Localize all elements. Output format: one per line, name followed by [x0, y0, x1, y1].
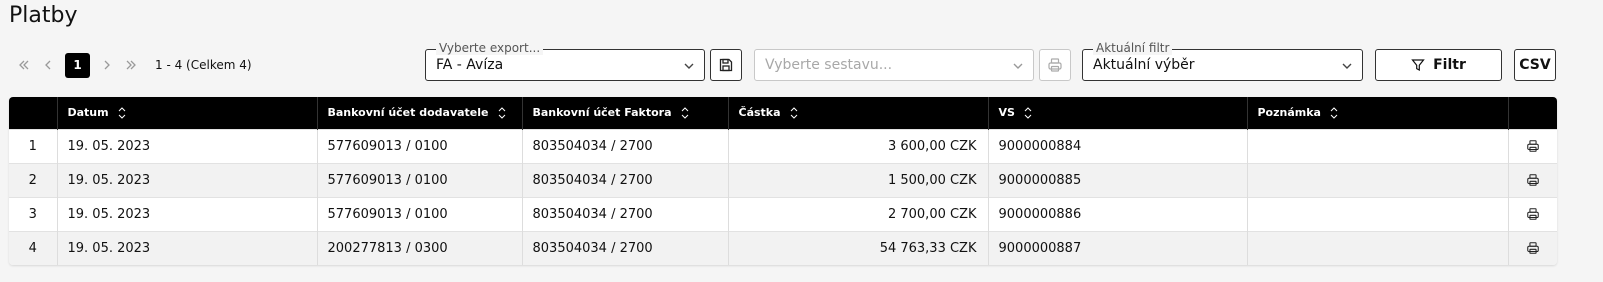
column-header-index: [9, 97, 58, 129]
csv-button[interactable]: CSV: [1514, 49, 1556, 81]
row-print-button[interactable]: [1508, 162, 1557, 197]
double-chevron-right-icon[interactable]: [119, 53, 143, 77]
chevron-down-icon: [1011, 59, 1025, 73]
report-select-placeholder: Vyberte sestavu...: [765, 57, 893, 73]
report-select[interactable]: Vyberte sestavu...: [754, 49, 1034, 81]
column-header-factor-account[interactable]: Bankovní účet Faktora: [522, 97, 729, 129]
save-export-button[interactable]: [710, 49, 742, 81]
cell-vs: 9000000884: [988, 128, 1248, 163]
print-report-button[interactable]: [1039, 49, 1071, 81]
row-number: 2: [9, 162, 58, 197]
cell-vs: 9000000886: [988, 196, 1248, 231]
cell-date: 19. 05. 2023: [57, 162, 318, 197]
sort-arrows-icon[interactable]: [789, 102, 799, 124]
chevron-right-icon[interactable]: [95, 53, 119, 77]
pagination: 1 1 - 4 (Celkem 4): [12, 52, 252, 78]
sort-arrows-icon[interactable]: [1023, 102, 1033, 124]
export-select-legend: Vyberte export...: [436, 41, 544, 55]
printer-icon: [1047, 57, 1063, 73]
cell-supplier-account: 200277813 / 0300: [317, 230, 523, 265]
cell-date: 19. 05. 2023: [57, 128, 318, 163]
double-chevron-left-icon[interactable]: [12, 53, 36, 77]
cell-factor-account: 803504034 / 2700: [522, 128, 729, 163]
cell-factor-account: 803504034 / 2700: [522, 162, 729, 197]
pagination-range: 1 - 4 (Celkem 4): [155, 58, 252, 72]
cell-amount: 3 600,00 CZK: [728, 128, 989, 163]
floppy-disk-icon: [718, 57, 734, 73]
printer-icon: [1526, 241, 1540, 256]
row-print-button[interactable]: [1508, 230, 1557, 265]
page-number-current[interactable]: 1: [65, 52, 90, 78]
cell-vs: 9000000885: [988, 162, 1248, 197]
column-header-date[interactable]: Datum: [57, 97, 318, 129]
cell-date: 19. 05. 2023: [57, 230, 318, 265]
chevron-down-icon: [682, 59, 696, 73]
printer-icon: [1526, 139, 1540, 154]
export-select-value: FA - Avíza: [436, 57, 504, 73]
sort-arrows-icon[interactable]: [680, 102, 690, 124]
cell-factor-account: 803504034 / 2700: [522, 230, 729, 265]
filter-button-label: Filtr: [1433, 57, 1466, 73]
page-title: Platby: [9, 3, 78, 28]
csv-button-label: CSV: [1519, 57, 1551, 73]
sort-arrows-icon[interactable]: [1329, 102, 1339, 124]
column-header-amount[interactable]: Částka: [728, 97, 989, 129]
row-number: 4: [9, 230, 58, 265]
funnel-icon: [1411, 58, 1425, 72]
cell-amount: 1 500,00 CZK: [728, 162, 989, 197]
cell-note: [1247, 196, 1509, 231]
column-header-note[interactable]: Poznámka: [1247, 97, 1509, 129]
chevron-left-icon[interactable]: [36, 53, 60, 77]
row-number: 3: [9, 196, 58, 231]
row-number: 1: [9, 128, 58, 163]
export-select[interactable]: Vyberte export... FA - Avíza: [425, 41, 705, 81]
table-row[interactable]: 1 19. 05. 2023 577609013 / 0100 80350403…: [9, 128, 1557, 163]
cell-supplier-account: 577609013 / 0100: [317, 162, 523, 197]
filter-select-legend: Aktuální filtr: [1093, 41, 1173, 55]
row-print-button[interactable]: [1508, 196, 1557, 231]
column-header-vs[interactable]: VS: [988, 97, 1248, 129]
cell-note: [1247, 230, 1509, 265]
row-print-button[interactable]: [1508, 128, 1557, 163]
sort-arrows-icon[interactable]: [117, 102, 127, 124]
column-header-actions: [1508, 97, 1557, 129]
table-row[interactable]: 3 19. 05. 2023 577609013 / 0100 80350403…: [9, 196, 1557, 231]
payments-table: Datum Bankovní účet dodavatele Bankovní …: [9, 97, 1557, 265]
cell-note: [1247, 128, 1509, 163]
filter-select-value: Aktuální výběr: [1093, 57, 1195, 73]
printer-icon: [1526, 173, 1540, 188]
filter-button[interactable]: Filtr: [1375, 49, 1502, 81]
cell-amount: 2 700,00 CZK: [728, 196, 989, 231]
printer-icon: [1526, 207, 1540, 222]
sort-arrows-icon[interactable]: [497, 102, 507, 124]
table-row[interactable]: 4 19. 05. 2023 200277813 / 0300 80350403…: [9, 230, 1557, 265]
cell-supplier-account: 577609013 / 0100: [317, 128, 523, 163]
cell-vs: 9000000887: [988, 230, 1248, 265]
cell-supplier-account: 577609013 / 0100: [317, 196, 523, 231]
cell-note: [1247, 162, 1509, 197]
column-header-supplier-account[interactable]: Bankovní účet dodavatele: [317, 97, 523, 129]
cell-amount: 54 763,33 CZK: [728, 230, 989, 265]
cell-date: 19. 05. 2023: [57, 196, 318, 231]
filter-select[interactable]: Aktuální filtr Aktuální výběr: [1082, 41, 1363, 81]
table-header-row: Datum Bankovní účet dodavatele Bankovní …: [9, 97, 1557, 129]
cell-factor-account: 803504034 / 2700: [522, 196, 729, 231]
table-row[interactable]: 2 19. 05. 2023 577609013 / 0100 80350403…: [9, 162, 1557, 197]
chevron-down-icon: [1340, 59, 1354, 73]
